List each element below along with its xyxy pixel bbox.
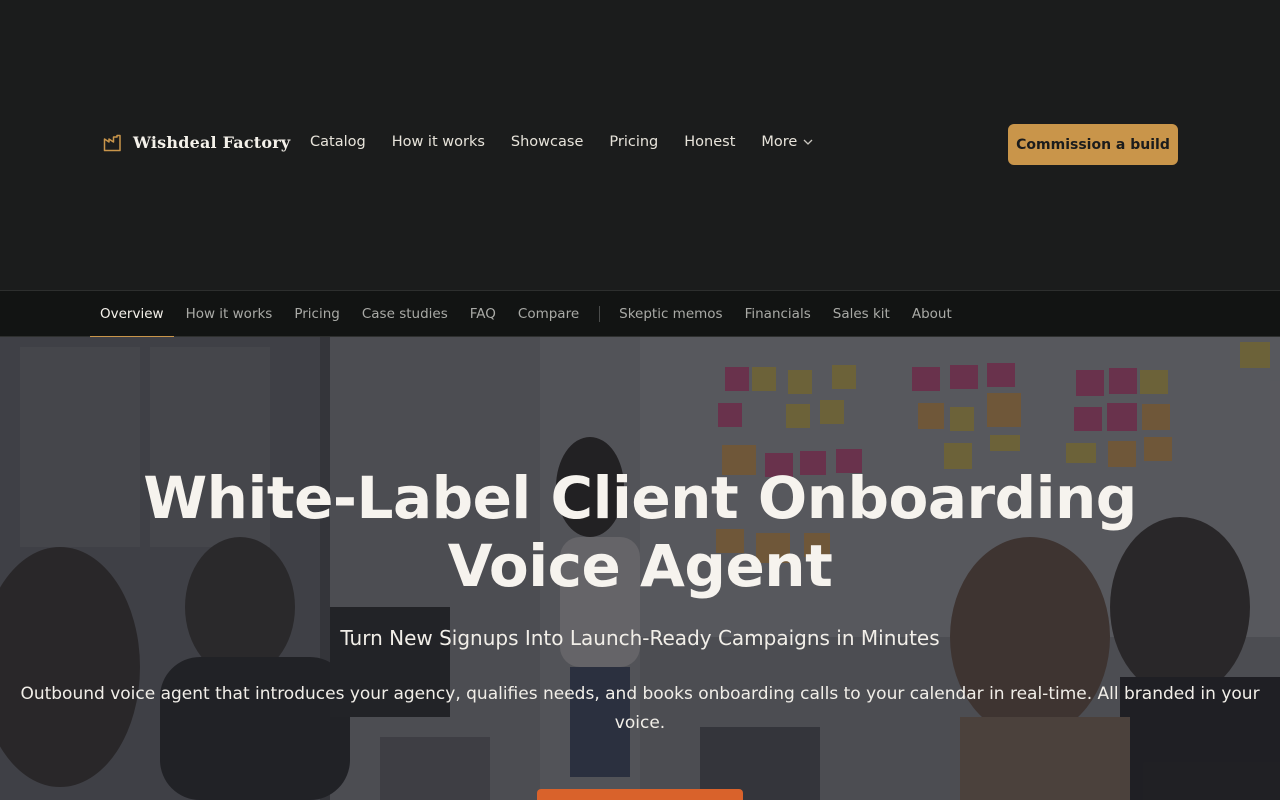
subtab-compare[interactable]: Compare [508, 291, 589, 337]
hero-description: Outbound voice agent that introduces you… [20, 684, 1260, 733]
nav-more[interactable]: More [761, 134, 813, 150]
main-nav: Catalog How it works Showcase Pricing Ho… [310, 134, 813, 150]
nav-showcase[interactable]: Showcase [511, 134, 583, 150]
nav-honest[interactable]: Honest [684, 134, 735, 150]
subtab-pricing[interactable]: Pricing [284, 291, 350, 337]
hero-subtitle: Turn New Signups Into Launch-Ready Campa… [340, 626, 940, 650]
nav-pricing[interactable]: Pricing [609, 134, 658, 150]
subtab-financials[interactable]: Financials [735, 291, 821, 337]
commission-build-button[interactable]: Commission a build [1008, 124, 1178, 165]
subtab-sales-kit[interactable]: Sales kit [823, 291, 900, 337]
site-header: Wishdeal Factory Catalog How it works Sh… [0, 0, 1280, 290]
nav-how-it-works[interactable]: How it works [392, 134, 485, 150]
nav-more-label: More [761, 134, 798, 150]
nav-catalog[interactable]: Catalog [310, 134, 366, 150]
subtab-about[interactable]: About [902, 291, 962, 337]
subnav-divider [599, 306, 601, 322]
brand-logo[interactable]: Wishdeal Factory [103, 133, 290, 152]
hero-cta-button[interactable] [537, 789, 743, 800]
hero-title: White-Label Client Onboarding Voice Agen… [143, 464, 1137, 600]
hero-section: White-Label Client Onboarding Voice Agen… [0, 337, 1280, 800]
subtab-case-studies[interactable]: Case studies [352, 291, 458, 337]
subtab-skeptic-memos[interactable]: Skeptic memos [609, 291, 732, 337]
factory-icon [103, 134, 121, 151]
sub-nav: Overview How it works Pricing Case studi… [0, 290, 1280, 338]
subtab-faq[interactable]: FAQ [460, 291, 506, 337]
brand-name: Wishdeal Factory [133, 133, 291, 152]
subtab-how-it-works[interactable]: How it works [176, 291, 283, 337]
subtab-overview[interactable]: Overview [90, 291, 174, 338]
chevron-down-icon [803, 139, 813, 145]
